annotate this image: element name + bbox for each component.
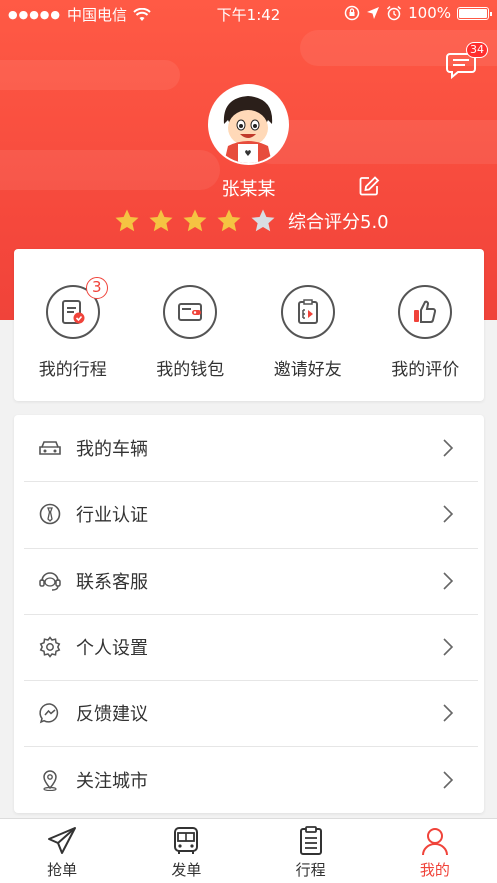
menu-item-customer-service[interactable]: 联系客服	[14, 547, 484, 614]
bus-icon	[174, 827, 199, 854]
rating-row: 综合评分5.0	[114, 206, 389, 236]
rating-text: 综合评分5.0	[288, 212, 389, 233]
quick-action-label: 我的钱包	[156, 360, 225, 380]
quick-action-label: 邀请好友	[273, 360, 342, 380]
battery-icon	[457, 6, 492, 20]
avatar[interactable]: ♥	[208, 84, 289, 165]
menu-item-feedback[interactable]: 反馈建议	[14, 680, 484, 746]
quick-action-my-trips[interactable]: 3 我的行程	[14, 249, 132, 401]
chevron-right-icon	[443, 638, 454, 656]
menu-item-label: 反馈建议	[76, 704, 148, 726]
menu-item-label: 行业认证	[76, 505, 148, 527]
trip-count-badge: 3	[85, 277, 108, 299]
star-empty-icon	[251, 209, 275, 232]
quick-action-my-reviews[interactable]: 我的评价	[367, 249, 485, 401]
menu-item-certification[interactable]: 行业认证	[14, 481, 484, 547]
car-icon	[38, 436, 62, 460]
menu-item-my-vehicle[interactable]: 我的车辆	[14, 415, 484, 481]
menu-item-label: 联系客服	[76, 571, 148, 593]
location-arrow-icon	[367, 7, 380, 19]
tab-trips[interactable]: 行程	[249, 819, 373, 883]
star-filled-icon	[183, 209, 207, 232]
invite-friend-icon	[280, 285, 335, 339]
tab-label: 发单	[171, 861, 202, 879]
menu-item-label: 个人设置	[76, 638, 148, 660]
chevron-right-icon	[443, 771, 454, 789]
certification-icon	[38, 502, 62, 526]
user-name: 张某某	[221, 179, 276, 200]
chevron-right-icon	[443, 439, 454, 457]
settings-menu: 我的车辆 行业认证 联系客服 个人设置 反馈建议 关注城市	[14, 415, 484, 813]
edit-profile-icon[interactable]	[358, 175, 380, 197]
battery-percent: 100%	[408, 4, 451, 22]
trip-document-icon: 3	[45, 277, 108, 339]
message-badge: 34	[466, 42, 488, 58]
chevron-right-icon	[443, 704, 454, 722]
bottom-tab-bar: 抢单 发单 行程 我的	[0, 818, 497, 883]
tab-label: 我的	[419, 861, 450, 879]
star-filled-icon	[115, 209, 139, 232]
quick-action-invite-friends[interactable]: 邀请好友	[249, 249, 367, 401]
star-filled-icon	[217, 209, 241, 232]
customer-service-icon	[38, 569, 62, 593]
clipboard-icon	[299, 826, 322, 855]
tab-mine[interactable]: 我的	[373, 819, 497, 883]
chevron-right-icon	[443, 572, 454, 590]
lock-rotation-icon	[344, 5, 360, 21]
feedback-icon	[38, 701, 62, 725]
chevron-right-icon	[443, 505, 454, 524]
tab-post-order[interactable]: 发单	[124, 819, 248, 883]
location-pin-icon	[38, 768, 62, 792]
alarm-icon	[387, 5, 402, 21]
star-filled-icon	[149, 209, 173, 232]
menu-item-label: 关注城市	[76, 770, 148, 792]
person-icon	[421, 828, 448, 856]
menu-item-followed-cities[interactable]: 关注城市	[14, 746, 484, 812]
quick-action-my-wallet[interactable]: 我的钱包	[132, 249, 250, 401]
menu-item-label: 我的车辆	[76, 439, 148, 461]
wallet-icon	[163, 285, 218, 339]
quick-action-label: 我的行程	[38, 360, 107, 380]
svg-text:♥: ♥	[244, 149, 251, 158]
quick-actions-card: 3 我的行程 我的钱包 邀请好友 我的评价	[14, 249, 484, 401]
tab-label: 抢单	[47, 861, 78, 879]
thumbs-up-icon	[398, 285, 453, 339]
tab-grab-order[interactable]: 抢单	[0, 819, 124, 883]
paper-plane-icon	[48, 827, 77, 854]
gear-icon	[38, 635, 62, 659]
quick-action-label: 我的评价	[391, 360, 460, 380]
menu-item-personal-settings[interactable]: 个人设置	[14, 613, 484, 680]
tab-label: 行程	[295, 861, 326, 879]
status-bar: ●●●●● 中国电信 下午1:42 100%	[0, 0, 497, 28]
